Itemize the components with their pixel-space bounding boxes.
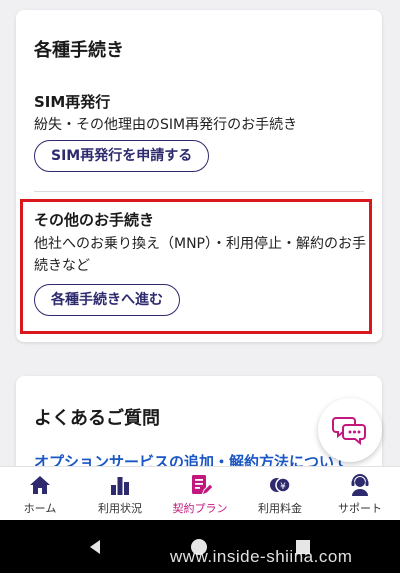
sim-reissue-title: SIM再発行 [34,93,111,111]
other-procedures-title: その他のお手続き [34,211,155,229]
billing-icon: ¥ [270,477,291,493]
other-procedures-description: 他社へのお乗り換え（MNP）・利用停止・解約のお手続きなど [34,236,366,274]
bottom-nav: ホーム 利用状況 契約プラン ¥ 利用料金 サポート [0,466,400,520]
sim-reissue-button[interactable]: SIM再発行を申請する [34,140,210,172]
nav-home-label: ホーム [23,502,57,515]
usage-chart-icon [111,477,129,495]
chat-bubbles-icon [332,417,366,446]
nav-billing[interactable]: ¥ 利用料金 [240,467,320,520]
divider [34,191,364,192]
other-procedures-button[interactable]: 各種手続きへ進む [34,284,180,316]
nav-contract-plan[interactable]: 契約プラン [160,467,240,520]
back-icon[interactable] [86,538,104,556]
nav-support-label: サポート [338,502,382,515]
procedures-card: 各種手続き SIM再発行 紛失・その他理由のSIM再発行のお手続き SIM再発行… [16,10,382,342]
sim-reissue-description: 紛失・その他理由のSIM再発行のお手続き [34,117,298,133]
nav-usage[interactable]: 利用状況 [80,467,160,520]
nav-usage-label: 利用状況 [98,502,142,515]
watermark: www.inside-shiina.com [170,547,353,566]
nav-contract-plan-label: 契約プラン [172,502,228,515]
nav-support[interactable]: サポート [320,467,400,520]
faq-title: よくあるご質問 [34,408,160,429]
nav-home[interactable]: ホーム [0,467,80,520]
system-nav-bar: www.inside-shiina.com [0,520,400,573]
chat-button[interactable] [318,398,382,462]
support-icon [351,474,369,496]
contract-plan-icon [192,475,212,496]
nav-billing-label: 利用料金 [258,502,302,515]
svg-text:¥: ¥ [280,482,286,492]
home-icon [30,476,50,494]
procedures-card-title: 各種手続き [34,40,124,61]
